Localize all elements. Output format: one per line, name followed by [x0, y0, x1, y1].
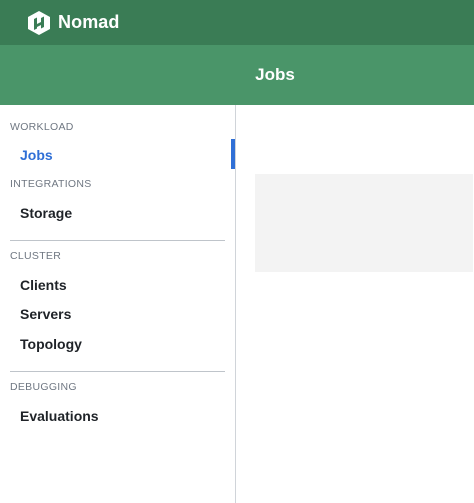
section-heading-integrations: INTEGRATIONS — [10, 178, 92, 190]
sidebar-item-clients[interactable]: Clients — [20, 277, 67, 293]
sidebar-item-topology[interactable]: Topology — [20, 336, 82, 352]
section-heading-cluster: CLUSTER — [10, 250, 62, 262]
sidebar-item-jobs[interactable]: Jobs — [20, 147, 53, 163]
section-divider — [10, 240, 225, 241]
section-heading-workload: WORKLOAD — [10, 121, 74, 133]
sidebar-navigation: WORKLOAD Jobs INTEGRATIONS Storage CLUST… — [0, 105, 236, 503]
section-divider — [10, 371, 225, 372]
brand-home-link[interactable]: Nomad — [28, 10, 120, 35]
active-item-indicator — [231, 139, 235, 169]
section-heading-debugging: DEBUGGING — [10, 381, 77, 393]
sidebar-item-servers[interactable]: Servers — [20, 306, 71, 322]
sidebar-item-storage[interactable]: Storage — [20, 205, 72, 221]
app-name: Nomad — [58, 12, 120, 32]
sidebar-item-evaluations[interactable]: Evaluations — [20, 408, 99, 424]
top-navigation-bar: Nomad — [0, 0, 474, 45]
page-title: Jobs — [255, 65, 295, 84]
loading-placeholder — [255, 174, 473, 272]
nomad-logo-icon — [28, 10, 50, 35]
page-header: Jobs — [0, 45, 474, 105]
